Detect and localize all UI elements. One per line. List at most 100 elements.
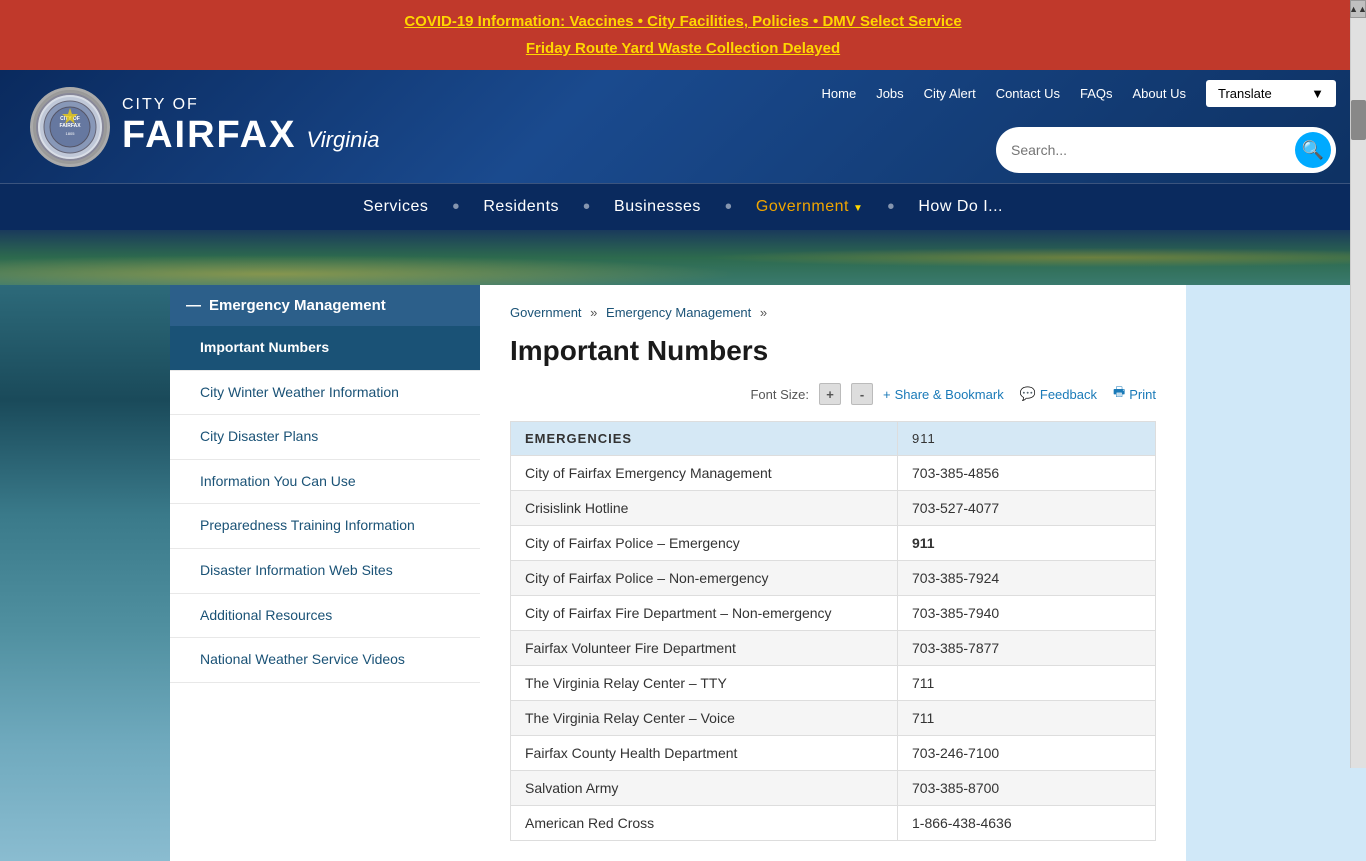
share-label: Share & Bookmark — [895, 387, 1004, 402]
scroll-thumb[interactable] — [1351, 100, 1366, 140]
table-row: City of Fairfax Police – Emergency911 — [511, 526, 1156, 561]
nav-dot-3: • — [725, 184, 732, 230]
table-cell-number: 703-385-7940 — [898, 596, 1156, 631]
nav-dot-1: • — [452, 184, 459, 230]
home-link[interactable]: Home — [822, 86, 857, 101]
table-cell-name: City of Fairfax Emergency Management — [511, 456, 898, 491]
page-layout: Emergency Management Important Numbers C… — [0, 285, 1366, 861]
breadcrumb-sep-1: » — [590, 305, 597, 320]
table-row: The Virginia Relay Center – Voice711 — [511, 701, 1156, 736]
svg-text:FAIRFAX: FAIRFAX — [59, 123, 81, 129]
sidebar-item-disaster-web-sites[interactable]: Disaster Information Web Sites — [170, 549, 480, 594]
alert-bar: COVID-19 Information: Vaccines • City Fa… — [0, 0, 1366, 70]
header-col1: EMERGENCIES — [511, 422, 898, 456]
numbers-table: EMERGENCIES 911 City of Fairfax Emergenc… — [510, 421, 1156, 841]
nav-government[interactable]: Government — [732, 184, 887, 230]
header-col2: 911 — [898, 422, 1156, 456]
sidebar-item-winter-weather[interactable]: City Winter Weather Information — [170, 371, 480, 416]
nav-services[interactable]: Services — [339, 184, 452, 230]
nav-dot-4: • — [887, 184, 894, 230]
breadcrumb-emergency-mgmt[interactable]: Emergency Management — [606, 305, 751, 320]
font-size-label: Font Size: — [750, 387, 809, 402]
table-cell-number: 703-385-8700 — [898, 771, 1156, 806]
sidebar-link-important-numbers[interactable]: Important Numbers — [170, 326, 480, 371]
table-cell-name: Fairfax Volunteer Fire Department — [511, 631, 898, 666]
search-bar: 🔍 — [996, 127, 1336, 173]
sidebar-item-additional-resources[interactable]: Additional Resources — [170, 594, 480, 639]
sidebar-item-nws-videos[interactable]: National Weather Service Videos — [170, 638, 480, 683]
about-us-link[interactable]: About Us — [1133, 86, 1186, 101]
city-seal: CITY OF FAIRFAX 1805 — [30, 87, 110, 167]
sidebar-link-additional-resources[interactable]: Additional Resources — [170, 594, 480, 639]
table-cell-number: 711 — [898, 701, 1156, 736]
sidebar-link-info-you-can-use[interactable]: Information You Can Use — [170, 460, 480, 505]
page-title: Important Numbers — [510, 335, 1156, 367]
alert-link-2[interactable]: Friday Route Yard Waste Collection Delay… — [20, 35, 1346, 62]
translate-label: Translate — [1218, 86, 1272, 101]
contact-us-link[interactable]: Contact Us — [996, 86, 1060, 101]
print-label: Print — [1129, 387, 1156, 402]
breadcrumb-government[interactable]: Government — [510, 305, 582, 320]
sidebar-item-preparedness-training[interactable]: Preparedness Training Information — [170, 504, 480, 549]
table-cell-name: Salvation Army — [511, 771, 898, 806]
table-cell-name: The Virginia Relay Center – Voice — [511, 701, 898, 736]
sidebar-link-preparedness-training[interactable]: Preparedness Training Information — [170, 504, 480, 549]
right-bg — [1186, 285, 1366, 861]
font-size-bar: Font Size: + - + Share & Bookmark 💬 Feed… — [510, 383, 1156, 405]
alert-link-1[interactable]: COVID-19 Information: Vaccines • City Fa… — [20, 8, 1346, 35]
top-links: Home Jobs City Alert Contact Us FAQs Abo… — [822, 80, 1336, 107]
sidebar-link-winter-weather[interactable]: City Winter Weather Information — [170, 371, 480, 416]
sidebar: Emergency Management Important Numbers C… — [170, 285, 480, 861]
table-cell-number: 1-866-438-4636 — [898, 806, 1156, 841]
table-row: City of Fairfax Emergency Management703-… — [511, 456, 1156, 491]
table-row: Fairfax Volunteer Fire Department703-385… — [511, 631, 1156, 666]
faqs-link[interactable]: FAQs — [1080, 86, 1113, 101]
feedback-label: Feedback — [1040, 387, 1097, 402]
print-icon: 🖶 — [1113, 383, 1125, 405]
table-cell-number: 711 — [898, 666, 1156, 701]
sidebar-item-disaster-plans[interactable]: City Disaster Plans — [170, 415, 480, 460]
nav-how-do-i[interactable]: How Do I... — [894, 184, 1027, 230]
table-cell-name: City of Fairfax Police – Non-emergency — [511, 561, 898, 596]
sidebar-link-disaster-web-sites[interactable]: Disaster Information Web Sites — [170, 549, 480, 594]
sidebar-link-nws-videos[interactable]: National Weather Service Videos — [170, 638, 480, 683]
table-row: Salvation Army703-385-8700 — [511, 771, 1156, 806]
search-input[interactable] — [1011, 142, 1295, 158]
logo-text: CITY OF FAIRFAX Virginia — [122, 96, 379, 157]
table-cell-number: 703-527-4077 — [898, 491, 1156, 526]
sidebar-nav: Important Numbers City Winter Weather In… — [170, 326, 480, 683]
jobs-link[interactable]: Jobs — [876, 86, 903, 101]
search-icon: 🔍 — [1302, 140, 1324, 161]
svg-text:CITY OF: CITY OF — [60, 116, 80, 122]
header-right: Home Jobs City Alert Contact Us FAQs Abo… — [822, 80, 1336, 173]
hero-strip — [0, 230, 1366, 285]
table-cell-name: Crisislink Hotline — [511, 491, 898, 526]
sidebar-header: Emergency Management — [170, 285, 480, 326]
nav-businesses[interactable]: Businesses — [590, 184, 725, 230]
table-cell-number: 911 — [898, 526, 1156, 561]
font-increase-button[interactable]: + — [819, 383, 841, 405]
table-cell-number: 703-246-7100 — [898, 736, 1156, 771]
table-row: City of Fairfax Fire Department – Non-em… — [511, 596, 1156, 631]
table-row: Fairfax County Health Department703-246-… — [511, 736, 1156, 771]
scrollbar[interactable]: ▲▲ — [1350, 0, 1366, 768]
nav-residents[interactable]: Residents — [459, 184, 583, 230]
city-of-label: CITY OF — [122, 96, 379, 114]
sidebar-link-disaster-plans[interactable]: City Disaster Plans — [170, 415, 480, 460]
city-alert-link[interactable]: City Alert — [924, 86, 976, 101]
table-cell-number: 703-385-7924 — [898, 561, 1156, 596]
table-row: Crisislink Hotline703-527-4077 — [511, 491, 1156, 526]
main-content: Government » Emergency Management » Impo… — [480, 285, 1186, 861]
sidebar-item-info-you-can-use[interactable]: Information You Can Use — [170, 460, 480, 505]
print-link[interactable]: 🖶 Print — [1113, 383, 1156, 405]
fairfax-label: FAIRFAX — [122, 114, 296, 157]
sidebar-item-important-numbers[interactable]: Important Numbers — [170, 326, 480, 371]
scroll-up-button[interactable]: ▲▲ — [1350, 0, 1366, 18]
font-decrease-button[interactable]: - — [851, 383, 873, 405]
search-button[interactable]: 🔍 — [1295, 132, 1331, 168]
page-actions: + Share & Bookmark 💬 Feedback 🖶 Print — [883, 383, 1156, 405]
table-cell-name: City of Fairfax Police – Emergency — [511, 526, 898, 561]
feedback-link[interactable]: 💬 Feedback — [1020, 386, 1097, 402]
share-bookmark-link[interactable]: + Share & Bookmark — [883, 387, 1004, 402]
translate-button[interactable]: Translate ▼ — [1206, 80, 1336, 107]
